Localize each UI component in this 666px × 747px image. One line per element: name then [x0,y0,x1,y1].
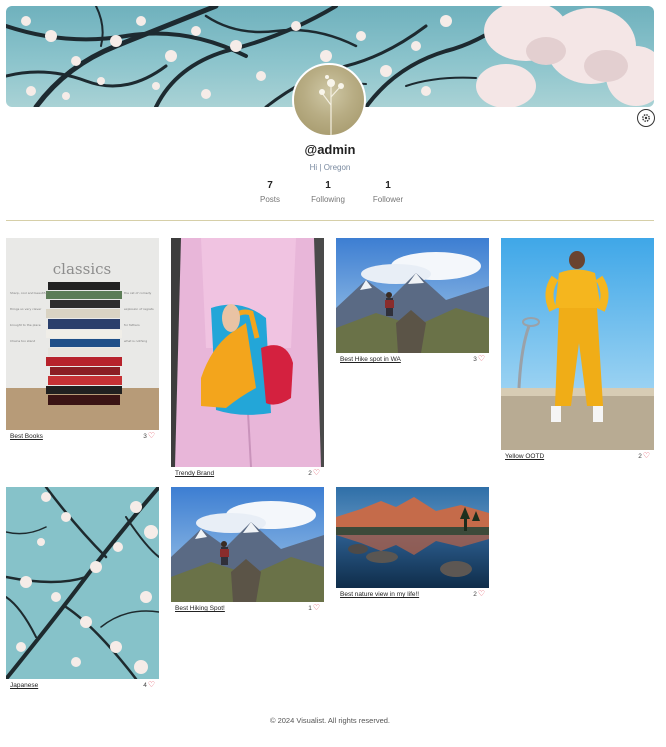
post-card[interactable]: Best Hike spot in WA 3 ♡ [336,238,489,367]
post-title[interactable]: Yellow OOTD [505,453,544,460]
like-count[interactable]: 2 ♡ [308,469,320,477]
svg-text:Sharp, cool and beautiful: Sharp, cool and beautiful [10,291,48,295]
post-title[interactable]: Japanese [10,682,38,689]
like-count-value: 2 [638,452,642,460]
post-card[interactable]: Best Hiking Spot! 1 ♡ [171,487,324,616]
post-title[interactable]: Best Hiking Spot! [175,605,225,612]
post-title[interactable]: Best Hike spot in WA [340,356,401,363]
post-image[interactable] [501,238,654,450]
profile-stats: 7 Posts 1 Following 1 Follower [0,180,660,210]
post-title[interactable]: Best Books [10,433,43,440]
like-count-value: 2 [473,590,477,598]
like-count-value: 4 [143,681,147,689]
stat-following[interactable]: 1 Following [298,180,358,204]
heart-icon[interactable]: ♡ [643,452,650,460]
heart-icon[interactable]: ♡ [478,590,485,598]
post-card[interactable]: Japanese 4 ♡ [6,487,159,693]
like-count-value: 1 [308,604,312,612]
post-meta: Best Hike spot in WA 3 ♡ [336,355,489,367]
like-count[interactable]: 3 ♡ [143,432,155,440]
post-meta: Best Hiking Spot! 1 ♡ [171,604,324,616]
heart-icon[interactable]: ♡ [478,355,485,363]
post-title[interactable]: Trendy Brand [175,470,214,477]
settings-button[interactable] [637,109,655,127]
like-count[interactable]: 4 ♡ [143,681,155,689]
heart-icon[interactable]: ♡ [313,469,320,477]
post-title[interactable]: Best nature view in my life!! [340,591,419,598]
post-meta: Best Books 3 ♡ [6,432,159,444]
post-image[interactable] [171,238,324,467]
post-meta: Japanese 4 ♡ [6,681,159,693]
stat-label: Follower [372,195,404,204]
stat-follower[interactable]: 1 Follower [358,180,418,204]
like-count-value: 3 [143,432,147,440]
post-meta: Best nature view in my life!! 2 ♡ [336,590,489,602]
post-image[interactable] [336,487,489,588]
post-card[interactable]: Best nature view in my life!! 2 ♡ [336,487,489,602]
svg-text:brought to the place: brought to the place [10,323,41,327]
post-image[interactable] [6,487,159,679]
post-card[interactable]: Yellow OOTD 2 ♡ [501,238,654,464]
stat-posts[interactable]: 7 Posts [240,180,300,204]
stat-value: 1 [325,180,331,191]
svg-text:Chains too stand: Chains too stand [10,339,35,343]
post-meta: Yellow OOTD 2 ♡ [501,452,654,464]
post-image[interactable] [171,487,324,602]
username: @admin [304,142,356,157]
divider [6,220,654,221]
heart-icon[interactable]: ♡ [148,681,155,689]
svg-text:classics: classics [53,260,111,278]
svg-text:for fathers: for fathers [124,323,140,327]
svg-text:things so very clever: things so very clever [10,307,42,311]
post-image[interactable] [336,238,489,353]
like-count-value: 3 [473,355,477,363]
svg-text:explosion of regrets: explosion of regrets [124,307,154,311]
like-count[interactable]: 1 ♡ [308,604,320,612]
like-count-value: 2 [308,469,312,477]
profile-bio: Hi | Oregon [309,163,351,172]
stat-label: Posts [259,195,280,204]
like-count[interactable]: 2 ♡ [638,452,650,460]
heart-icon[interactable]: ♡ [148,432,155,440]
gear-icon [642,114,650,122]
svg-text:what is nothing: what is nothing [124,339,147,343]
footer-copyright: © 2024 Visualist. All rights reserved. [269,716,391,725]
heart-icon[interactable]: ♡ [313,604,320,612]
stat-value: 1 [385,180,391,191]
post-meta: Trendy Brand 2 ♡ [171,469,324,481]
like-count[interactable]: 3 ♡ [473,355,485,363]
stat-value: 7 [267,180,273,191]
stat-label: Following [311,195,345,204]
post-card[interactable]: classics Sharp, cool and beautiful thing… [6,238,159,444]
avatar[interactable] [292,63,366,137]
post-image[interactable]: classics Sharp, cool and beautiful thing… [6,238,159,430]
post-card[interactable]: Trendy Brand 2 ♡ [171,238,324,481]
like-count[interactable]: 2 ♡ [473,590,485,598]
svg-text:the cat of comedy: the cat of comedy [124,291,151,295]
